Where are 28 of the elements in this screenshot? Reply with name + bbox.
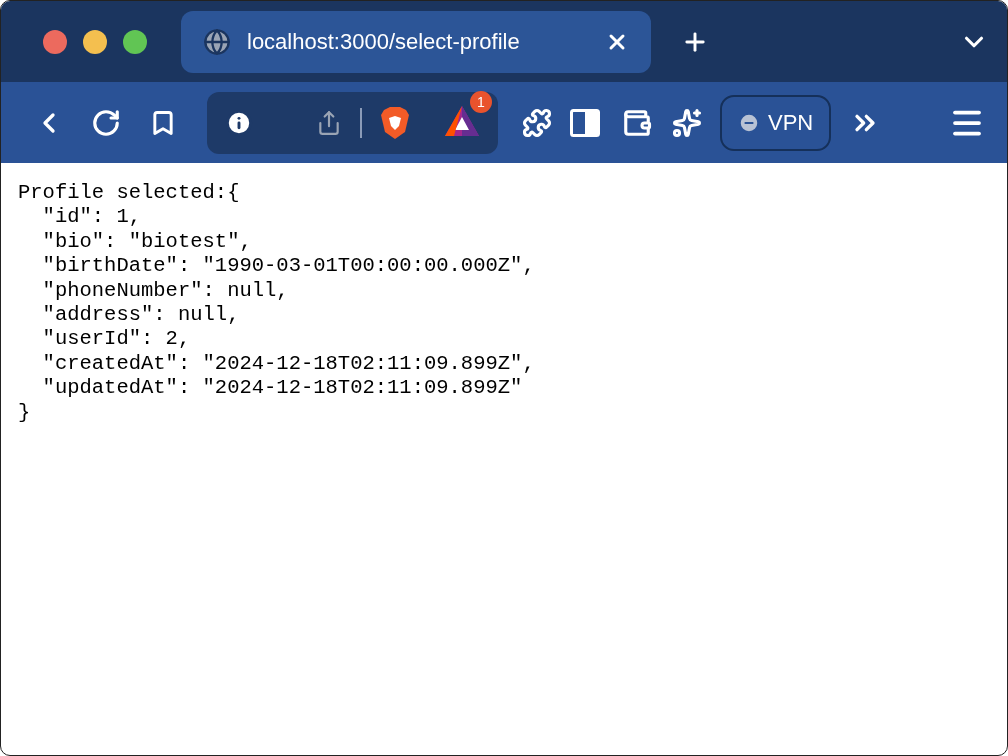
tab-title: localhost:3000/select-profile	[247, 28, 521, 55]
lion-shield-icon[interactable]	[380, 105, 410, 140]
notification-badge: 1	[470, 90, 492, 113]
json-text-line: "address": null,	[41, 303, 241, 328]
json-text-line: "updatedAt": "2024-12-18T02:11:09.899Z"	[41, 376, 524, 401]
json-text-line: Profile selected:{	[18, 181, 241, 206]
sidebar-icon[interactable]	[570, 108, 600, 137]
json-text-line: "createdAt": "2024-12-18T02:11:09.899Z",	[41, 351, 536, 377]
zoom-window-button[interactable]	[123, 29, 147, 54]
reload-icon[interactable]	[91, 107, 121, 138]
json-text-line: "userId": 2,	[41, 327, 192, 352]
sparkles-icon[interactable]	[672, 107, 702, 138]
json-text-line: }	[18, 400, 32, 426]
share-icon[interactable]	[316, 109, 342, 136]
json-text-line: "bio": "biotest",	[41, 229, 253, 255]
minimize-window-button[interactable]	[83, 29, 107, 54]
close-window-button[interactable]	[43, 29, 67, 54]
minus-circle-icon	[738, 111, 760, 134]
puzzle-icon[interactable]	[522, 107, 552, 138]
triangle-logo-icon[interactable]	[444, 104, 480, 137]
vpn-button[interactable]: VPN	[720, 94, 832, 151]
address-bar[interactable]: 1	[207, 91, 498, 154]
globe-icon	[203, 27, 231, 56]
wallet-icon[interactable]	[622, 107, 652, 138]
json-text-line: "phoneNumber": null,	[41, 278, 290, 304]
browser-tab[interactable]: localhost:3000/select-profile	[181, 10, 651, 73]
json-text-line: "birthDate": "1990-03-01T00:00:00.000Z",	[41, 254, 536, 279]
json-text-line: "id": 1,	[41, 205, 143, 230]
